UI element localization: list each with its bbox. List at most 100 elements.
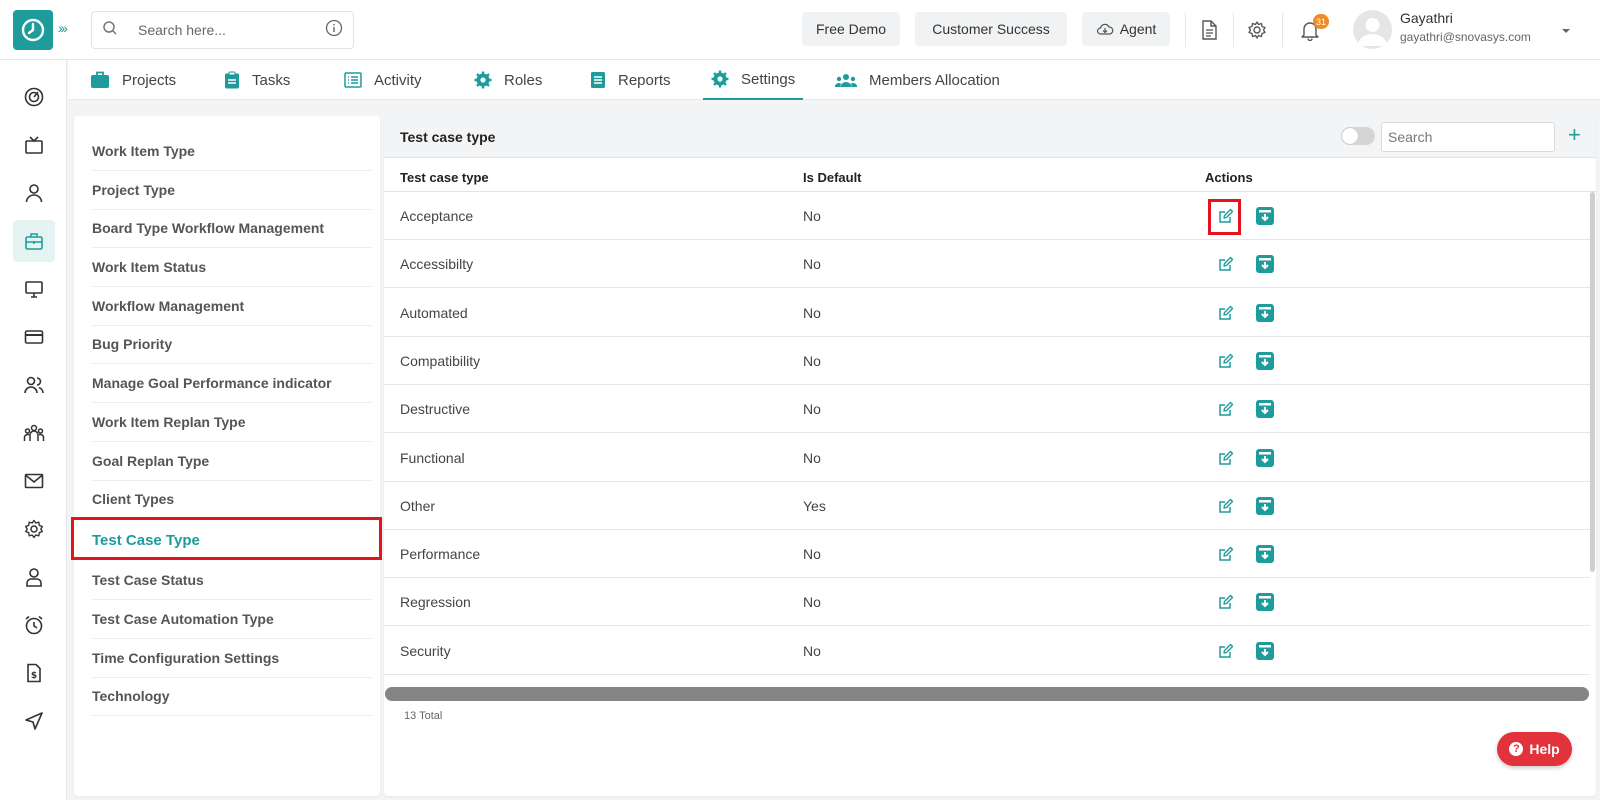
archive-icon[interactable] xyxy=(1254,253,1276,275)
user-name: Gayathri xyxy=(1400,10,1453,26)
archive-icon[interactable] xyxy=(1254,543,1276,565)
settings-item-client-types[interactable]: Client Types xyxy=(92,480,372,519)
archive-icon[interactable] xyxy=(1254,495,1276,517)
tab-reports[interactable]: Reports xyxy=(590,60,671,100)
test-case-type-cell: Acceptance xyxy=(400,208,474,224)
agent-button[interactable]: Agent xyxy=(1082,12,1170,46)
project-tabs: Projects Tasks Activity Roles Reports Se… xyxy=(68,60,1600,100)
settings-item-work-item-status[interactable]: Work Item Status xyxy=(92,248,372,287)
tab-projects[interactable]: Projects xyxy=(90,60,176,100)
users-icon[interactable] xyxy=(13,364,55,406)
edit-icon[interactable] xyxy=(1215,495,1237,517)
info-icon[interactable] xyxy=(325,19,343,42)
highlight-box xyxy=(1208,199,1241,235)
send-icon[interactable] xyxy=(13,700,55,742)
column-header-type[interactable]: Test case type xyxy=(400,170,489,185)
settings-item-test-case-status[interactable]: Test Case Status xyxy=(92,561,372,600)
card-icon[interactable] xyxy=(13,316,55,358)
invoice-icon[interactable]: $ xyxy=(13,652,55,694)
edit-icon[interactable] xyxy=(1215,447,1237,469)
tab-settings[interactable]: Settings xyxy=(703,60,804,100)
edit-icon[interactable] xyxy=(1215,591,1237,613)
archive-icon[interactable] xyxy=(1254,350,1276,372)
total-count: 13 Total xyxy=(404,710,443,722)
settings-item-bug-priority[interactable]: Bug Priority xyxy=(92,325,372,364)
user-icon[interactable] xyxy=(13,172,55,214)
free-demo-button[interactable]: Free Demo xyxy=(802,12,900,46)
archive-icon[interactable] xyxy=(1254,398,1276,420)
top-header: ››› Search here... Free Demo Customer Su… xyxy=(0,0,1600,60)
archive-icon[interactable] xyxy=(1254,205,1276,227)
tab-label: Tasks xyxy=(252,71,291,89)
help-button[interactable]: ? Help xyxy=(1497,732,1572,766)
tab-tasks[interactable]: Tasks xyxy=(224,60,290,100)
search-input[interactable]: Search here... xyxy=(138,22,325,38)
archive-icon[interactable] xyxy=(1254,591,1276,613)
horizontal-scrollbar[interactable] xyxy=(385,687,1589,701)
edit-icon[interactable] xyxy=(1215,253,1237,275)
settings-menu: Work Item Type Project Type Board Type W… xyxy=(74,116,380,796)
mail-icon[interactable] xyxy=(13,460,55,502)
settings-item-time-configuration[interactable]: Time Configuration Settings xyxy=(92,639,372,678)
user-email: gayathri@snovasys.com xyxy=(1400,30,1531,44)
tab-label: Settings xyxy=(741,70,796,88)
help-label: Help xyxy=(1529,741,1560,757)
alarm-icon[interactable] xyxy=(13,604,55,646)
table-row: Performance No xyxy=(384,530,1590,579)
archive-icon[interactable] xyxy=(1254,447,1276,469)
settings-item-workflow-management[interactable]: Workflow Management xyxy=(92,287,372,326)
gear-icon[interactable] xyxy=(1244,17,1270,43)
document-icon[interactable] xyxy=(1196,17,1222,43)
dashboard-icon[interactable] xyxy=(13,76,55,118)
search-icon xyxy=(102,20,118,41)
edit-icon[interactable] xyxy=(1215,350,1237,372)
panel-title: Test case type xyxy=(400,129,496,145)
notification-badge: 31 xyxy=(1313,14,1330,29)
panel-search-input[interactable]: Search xyxy=(1381,122,1555,152)
settings-item-project-type[interactable]: Project Type xyxy=(92,171,372,210)
settings-item-work-item-replan[interactable]: Work Item Replan Type xyxy=(92,403,372,442)
table-row: Acceptance No xyxy=(384,192,1590,240)
monitor-icon[interactable] xyxy=(13,268,55,310)
vertical-scrollbar[interactable] xyxy=(1590,192,1595,572)
avatar[interactable] xyxy=(1353,10,1392,49)
app-logo[interactable] xyxy=(13,10,53,50)
edit-icon[interactable] xyxy=(1215,398,1237,420)
table-row: Destructive No xyxy=(384,385,1590,434)
settings-item-board-type-workflow[interactable]: Board Type Workflow Management xyxy=(92,209,372,248)
column-header-default[interactable]: Is Default xyxy=(803,170,862,185)
edit-icon[interactable] xyxy=(1215,543,1237,565)
tab-label: Projects xyxy=(122,71,177,89)
chevron-down-icon[interactable] xyxy=(1561,22,1571,40)
archive-toggle[interactable] xyxy=(1341,127,1375,145)
add-icon[interactable]: + xyxy=(1568,122,1581,148)
settings-item-goal-performance[interactable]: Manage Goal Performance indicator xyxy=(92,364,372,403)
tab-roles[interactable]: Roles xyxy=(474,60,542,100)
is-default-cell: No xyxy=(803,449,821,466)
is-default-cell: No xyxy=(803,546,821,563)
team-icon[interactable] xyxy=(13,412,55,454)
profile-icon[interactable] xyxy=(13,556,55,598)
tab-activity[interactable]: Activity xyxy=(344,60,422,100)
tab-members-allocation[interactable]: Members Allocation xyxy=(835,60,1000,100)
test-case-type-panel: Test case type Search + Test case type I… xyxy=(384,116,1596,796)
table-row: Other Yes xyxy=(384,482,1590,530)
edit-icon[interactable] xyxy=(1215,640,1237,662)
customer-success-button[interactable]: Customer Success xyxy=(915,12,1067,46)
settings-icon[interactable] xyxy=(13,508,55,550)
settings-item-technology[interactable]: Technology xyxy=(92,677,372,716)
test-case-type-cell: Regression xyxy=(400,594,471,611)
settings-item-goal-replan[interactable]: Goal Replan Type xyxy=(92,442,372,481)
briefcase-icon[interactable] xyxy=(13,220,55,262)
edit-icon[interactable] xyxy=(1215,302,1237,324)
test-case-type-cell: Performance xyxy=(400,546,481,563)
question-icon: ? xyxy=(1509,742,1524,756)
global-search[interactable]: Search here... xyxy=(91,11,354,49)
settings-item-test-case-automation[interactable]: Test Case Automation Type xyxy=(92,600,372,639)
tv-icon[interactable] xyxy=(13,124,55,166)
settings-item-work-item-type[interactable]: Work Item Type xyxy=(92,132,372,171)
expand-sidebar-icon[interactable]: ››› xyxy=(58,20,68,36)
archive-icon[interactable] xyxy=(1254,302,1276,324)
test-case-type-cell: Accessibilty xyxy=(400,256,474,273)
archive-icon[interactable] xyxy=(1254,640,1276,662)
